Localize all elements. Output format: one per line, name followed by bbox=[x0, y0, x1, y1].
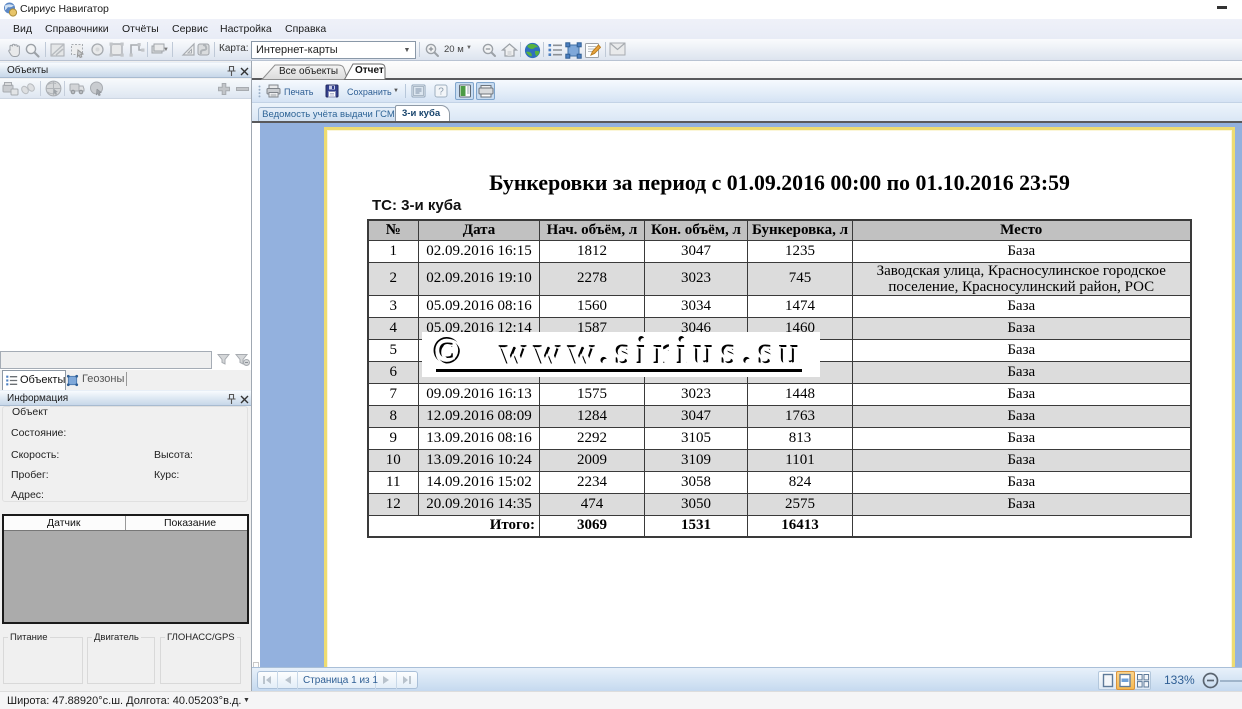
svg-text:?: ? bbox=[438, 87, 444, 98]
